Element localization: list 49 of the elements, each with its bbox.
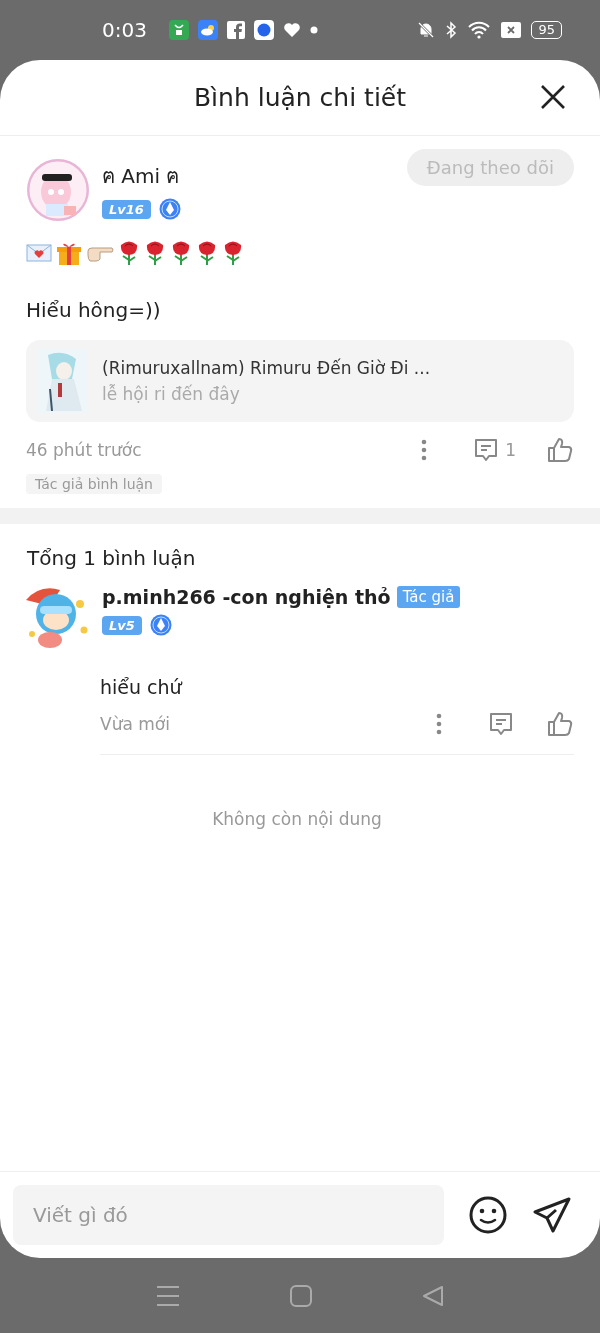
comment-input[interactable]: Viết gì đó — [13, 1185, 444, 1245]
rank-medal-icon — [149, 614, 172, 636]
author-name: ฅ Ami ฅ — [102, 163, 181, 190]
back-icon[interactable] — [422, 1284, 444, 1307]
browser-icon — [253, 20, 274, 40]
comment-text: Hiểu hông=)) — [26, 298, 162, 322]
reply-time: Vừa mới — [100, 714, 170, 734]
comment-count: Tổng 1 bình luận — [27, 546, 197, 570]
weather-icon — [197, 20, 218, 40]
wifi-icon — [467, 21, 492, 39]
heart-icon — [282, 22, 301, 38]
sheet-title: Bình luận chi tiết — [193, 83, 407, 112]
send-icon[interactable] — [532, 1195, 572, 1235]
rose-icon — [144, 240, 166, 266]
emoji-icon[interactable] — [468, 1195, 508, 1235]
rose-icon — [118, 240, 140, 266]
more-icon[interactable] — [436, 713, 442, 735]
more-icon[interactable] — [421, 439, 428, 461]
author-name: p.minh266 -con nghiện thỏ — [102, 586, 391, 608]
status-time: 0:03 — [102, 18, 147, 42]
muted-bell-icon — [417, 21, 436, 39]
rose-icon — [222, 240, 244, 266]
rank-medal-icon — [158, 198, 181, 220]
reply-text: hiểu chứ — [100, 676, 184, 698]
level-badge: Lv5 — [102, 615, 142, 635]
app-notification-icon — [168, 20, 189, 40]
menu-icon[interactable] — [156, 1284, 180, 1307]
level-badge: Lv16 — [102, 199, 151, 219]
comment-author-tag: Tác giả bình luận — [26, 474, 162, 494]
end-of-list-text: Không còn nội dung — [211, 809, 383, 829]
rose-icon — [196, 240, 218, 266]
close-button[interactable] — [540, 84, 566, 110]
reply-button[interactable]: 1 — [473, 437, 516, 463]
home-icon[interactable] — [290, 1284, 312, 1307]
sim-icon — [501, 22, 522, 38]
bluetooth-icon — [445, 21, 458, 39]
author-badge: Tác giả — [396, 586, 461, 608]
chapter-title: lễ hội ri đến đây — [102, 384, 241, 404]
battery-indicator: 95 — [531, 21, 562, 39]
like-icon[interactable] — [546, 710, 574, 738]
like-icon[interactable] — [546, 436, 574, 464]
facebook-icon — [226, 21, 245, 39]
story-card[interactable]: (Rimuruxallnam) Rimuru Đến Giờ Đi ... lễ hội ri đến đây — [26, 340, 574, 422]
story-title: (Rimuruxallnam) Rimuru Đến Giờ Đi ... — [102, 358, 431, 378]
comment-time: 46 phút trước — [26, 440, 142, 460]
rose-icon — [170, 240, 192, 266]
reply-icon[interactable] — [488, 711, 514, 737]
love-letter-icon — [26, 243, 52, 263]
dot-icon — [309, 26, 318, 34]
